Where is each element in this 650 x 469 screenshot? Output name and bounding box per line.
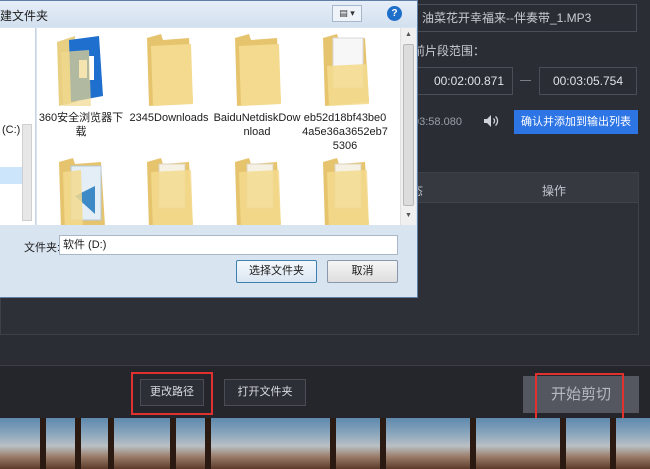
nav-scrollbar[interactable] (22, 124, 32, 221)
background-photo (0, 418, 650, 469)
end-time-input[interactable]: 00:03:05.754 (539, 67, 637, 95)
folder-selection-row: 文件夹: 软件 (D:) 选择文件夹 取消 (0, 231, 417, 299)
confirm-add-button[interactable]: 确认并添加到输出列表 (514, 110, 638, 134)
folder-label: 360安全浏览器下载 (38, 112, 124, 138)
folder-input[interactable]: 软件 (D:) (59, 235, 398, 255)
folder-content-view: 360安全浏览器下载 2345Downloads BaiduNetdiskDow… (37, 28, 400, 225)
drive-c-item[interactable]: (C:) (2, 124, 20, 136)
range-label: 前片段范围： (413, 44, 486, 58)
folder-item[interactable] (213, 156, 301, 225)
folder-item[interactable] (301, 156, 389, 225)
folder-label: BaiduNetdiskDownload (213, 112, 301, 138)
folder-label: 2345Downloads (129, 112, 209, 124)
current-time: 03:58.080 (413, 116, 462, 128)
folder-icon (323, 158, 369, 225)
column-action: 操作 (542, 184, 567, 198)
folder-item[interactable] (125, 156, 213, 225)
select-folder-button[interactable]: 选择文件夹 (236, 260, 317, 283)
folder-document-icon (323, 34, 369, 106)
scroll-up-icon[interactable]: ▲ (405, 31, 412, 38)
folder-item[interactable] (37, 156, 125, 225)
volume-icon[interactable] (483, 114, 499, 128)
time-separator (520, 80, 531, 81)
scroll-thumb[interactable] (403, 44, 414, 206)
dialog-title: 建文件夹 (0, 9, 49, 23)
select-folder-dialog: 建文件夹 ▤ ▾ ? (C:) 360安全浏览器下载 2345Downloads (0, 0, 418, 298)
change-path-button[interactable]: 更改路径 (140, 379, 204, 406)
folder-video-icon (59, 158, 105, 225)
folder-item[interactable]: 2345Downloads (125, 32, 213, 125)
folder-icon (235, 34, 281, 106)
folder-item[interactable]: 360安全浏览器下载 (37, 32, 125, 139)
folder-icon (147, 34, 193, 106)
content-scrollbar[interactable]: ▲ ▼ (400, 28, 416, 225)
folder-icon (235, 158, 281, 225)
view-menu-icon[interactable]: ▤ ▾ (332, 5, 362, 22)
folder-item[interactable]: BaiduNetdiskDownload (213, 32, 301, 139)
dialog-titlebar: 建文件夹 ▤ ▾ ? (0, 1, 417, 27)
open-folder-button[interactable]: 打开文件夹 (224, 379, 306, 406)
folder-360-icon (57, 36, 103, 106)
folder-label: eb52d18bf43be04a5e36a3652eb75306 (302, 112, 388, 152)
scroll-down-icon[interactable]: ▼ (405, 212, 412, 219)
file-name-field[interactable]: 油菜花开幸福来--伴奏带_1.MP3 (413, 4, 637, 32)
folder-field-label: 文件夹: (24, 242, 61, 254)
start-cut-button[interactable]: 开始剪切 (523, 376, 639, 413)
folder-item[interactable]: eb52d18bf43be04a5e36a3652eb75306 (301, 32, 389, 153)
start-time-input[interactable]: 00:02:00.871 (413, 67, 513, 95)
help-icon[interactable]: ? (387, 6, 402, 21)
navigation-pane: (C:) (0, 28, 36, 225)
cancel-button[interactable]: 取消 (327, 260, 398, 283)
folder-icon (147, 158, 193, 225)
selected-nav-item[interactable] (0, 167, 22, 184)
